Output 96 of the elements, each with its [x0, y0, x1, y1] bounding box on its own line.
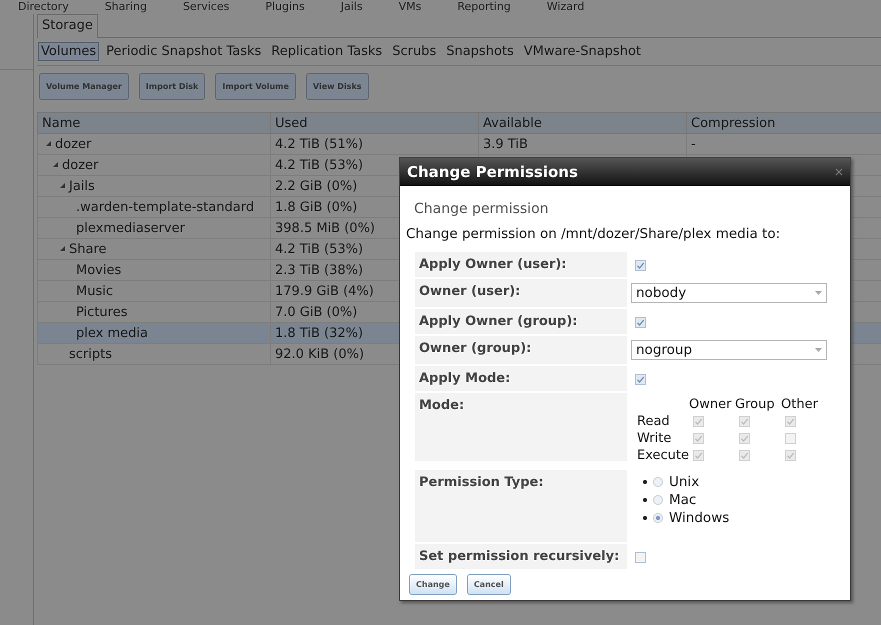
- column-label: Group: [735, 396, 776, 413]
- table-cell: 1.8 TiB (32%): [275, 326, 364, 340]
- toolbar-button[interactable]: View Disks: [306, 73, 369, 100]
- table-cell: -: [691, 136, 696, 152]
- checkbox[interactable]: [635, 374, 646, 385]
- bullet-icon: [643, 516, 647, 520]
- table-cell: 2.3 TiB (38%): [275, 262, 364, 278]
- tab[interactable]: VMware-Snapshot: [520, 42, 644, 61]
- checkbox[interactable]: [785, 450, 796, 461]
- checkbox[interactable]: [693, 450, 704, 461]
- column-header[interactable]: Available: [478, 112, 686, 134]
- row-name: Jails: [69, 178, 95, 194]
- dialog-subtitle: Change permission: [413, 200, 549, 217]
- row-name: plex media: [76, 326, 148, 340]
- table-row[interactable]: dozer 4.2 TiB (51%) 3.9 TiB -: [38, 134, 881, 154]
- checkbox[interactable]: [785, 416, 796, 427]
- row-name: Pictures: [76, 304, 128, 320]
- column-header[interactable]: Used: [270, 112, 478, 134]
- table-cell: 1.8 GiB (0%): [275, 200, 358, 214]
- table-cell: 7.0 GiB (0%): [275, 304, 358, 320]
- menu-item[interactable]: Jails: [340, 0, 363, 13]
- radio-icon[interactable]: [653, 477, 663, 487]
- checkbox[interactable]: [693, 433, 704, 444]
- menu-item[interactable]: Wizard: [546, 0, 584, 13]
- bullet-icon: [643, 480, 647, 484]
- field-label: Set permission recursively:: [415, 544, 627, 569]
- row-name: Share: [69, 242, 107, 256]
- tab[interactable]: Periodic Snapshot Tasks: [103, 42, 264, 61]
- column-label: Owner: [689, 396, 732, 413]
- tab[interactable]: Storage: [37, 14, 98, 38]
- tab[interactable]: Snapshots: [443, 42, 517, 61]
- checkbox[interactable]: [635, 552, 646, 563]
- row-name: Movies: [76, 262, 122, 278]
- option-label: Windows: [669, 510, 730, 526]
- checkbox[interactable]: [635, 260, 646, 271]
- caret-icon: [815, 348, 822, 352]
- toolbar-button[interactable]: Volume Manager: [39, 73, 129, 100]
- row-name: dozer: [55, 136, 92, 152]
- field-label: Owner (user):: [415, 279, 627, 307]
- expander-icon[interactable]: [60, 183, 65, 188]
- caret-icon: [815, 291, 822, 295]
- option-label: Unix: [669, 474, 700, 490]
- bullet-icon: [643, 498, 647, 502]
- checkbox[interactable]: [635, 317, 646, 328]
- table-cell: 4.2 TiB (51%): [275, 136, 364, 152]
- checkbox[interactable]: [739, 433, 750, 444]
- column-header[interactable]: Name: [38, 112, 270, 134]
- menu-item[interactable]: Sharing: [104, 0, 147, 13]
- field-label: Apply Owner (user):: [415, 252, 627, 277]
- menu-item[interactable]: Directory: [18, 0, 69, 13]
- menu-item[interactable]: Plugins: [265, 0, 305, 13]
- row-name: Music: [76, 284, 113, 298]
- dropdown-field[interactable]: nogroup: [631, 340, 827, 360]
- menu-item[interactable]: Services: [182, 0, 230, 13]
- table-cell: 2.2 GiB (0%): [275, 178, 358, 194]
- dialog-button[interactable]: Cancel: [466, 574, 511, 595]
- table-cell: 398.5 MiB (0%): [275, 220, 375, 236]
- tab[interactable]: Scrubs: [389, 42, 440, 61]
- field-label: Apply Mode:: [415, 366, 627, 391]
- row-label: Write: [637, 430, 672, 447]
- row-label: Read: [637, 413, 671, 430]
- row-name: dozer: [62, 158, 98, 172]
- row-name: plexmediaserver: [76, 220, 185, 236]
- expander-icon[interactable]: [46, 141, 51, 146]
- field-label: Permission Type:: [415, 470, 627, 542]
- expander-icon[interactable]: [53, 162, 58, 167]
- column-label: Other: [781, 396, 819, 413]
- expander-icon[interactable]: [60, 246, 65, 251]
- radio-icon[interactable]: [653, 495, 663, 505]
- table-cell: 4.2 TiB (53%): [275, 158, 364, 172]
- checkbox[interactable]: [785, 433, 796, 444]
- table-cell: 4.2 TiB (53%): [275, 242, 364, 256]
- table-cell: 92.0 KiB (0%): [275, 346, 364, 362]
- dropdown-field[interactable]: nobody: [631, 283, 827, 303]
- dialog-button[interactable]: Change: [409, 574, 457, 595]
- checkbox[interactable]: [693, 416, 704, 427]
- field-label: Mode:: [415, 393, 627, 461]
- field-label: Apply Owner (group):: [415, 309, 627, 334]
- menu-item[interactable]: VMs: [398, 0, 422, 13]
- row-name: scripts: [69, 346, 112, 362]
- toolbar-button[interactable]: Import Disk: [138, 73, 206, 100]
- toolbar-button[interactable]: Import Volume: [215, 73, 296, 100]
- row-name: .warden-template-standard: [76, 200, 254, 214]
- table-cell: 179.9 GiB (4%): [275, 284, 374, 298]
- option-label: Mac: [669, 492, 696, 508]
- checkbox[interactable]: [739, 416, 750, 427]
- radio-icon[interactable]: [653, 513, 663, 523]
- column-header[interactable]: Compression: [686, 112, 881, 134]
- tab[interactable]: Volumes: [38, 42, 100, 61]
- field-label: Owner (group):: [415, 336, 627, 364]
- tab[interactable]: Replication Tasks: [268, 42, 386, 61]
- checkbox[interactable]: [739, 450, 750, 461]
- table-cell: 3.9 TiB: [483, 136, 528, 152]
- menu-item[interactable]: Reporting: [457, 0, 511, 13]
- row-label: Execute: [637, 447, 689, 464]
- close-icon[interactable]: [835, 168, 843, 176]
